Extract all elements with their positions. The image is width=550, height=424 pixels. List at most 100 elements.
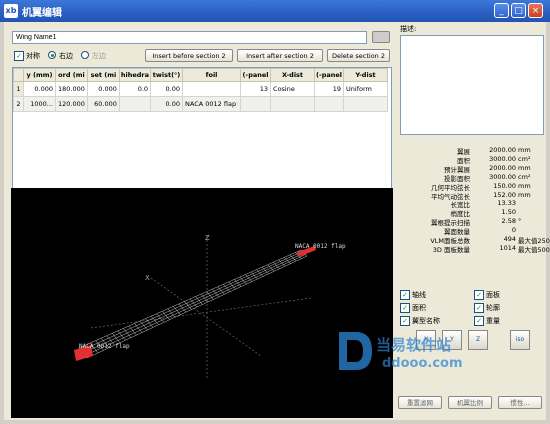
scale-wing-button[interactable]: 机翼比例 — [448, 396, 492, 409]
insert-before-button[interactable]: Insert before section 2 — [145, 49, 233, 62]
property-unit: mm — [518, 181, 531, 190]
property-value: 2000.00 — [489, 146, 516, 154]
option-checkbox[interactable]: ✓ — [474, 290, 484, 300]
property-row: 翼面数量 0 — [400, 226, 548, 236]
property-row: 面积 3000.00 cm² — [400, 154, 548, 165]
window-title: 机翼编辑 — [22, 8, 62, 19]
empty-row — [14, 157, 388, 172]
empty-row — [14, 142, 388, 157]
option-label: 翼型名称 — [412, 317, 440, 325]
property-row: 平均气动弦长 152.00 mm — [400, 191, 548, 201]
property-unit: mm — [518, 163, 531, 172]
table-cell[interactable]: 0.000 — [23, 81, 56, 97]
column-header: (-panel — [240, 68, 272, 82]
column-header: twist(°) — [150, 68, 184, 82]
property-value: 0 — [511, 226, 516, 235]
delete-section-button[interactable]: Delete section 2 — [327, 49, 390, 62]
table-cell[interactable]: 1000... — [23, 96, 56, 112]
table-cell[interactable]: 120.000 — [55, 96, 88, 112]
empty-row — [14, 112, 388, 127]
table-row[interactable]: 1 0.000 180.000 0.000 0.0 0.00 13 Cosine 19 Unifo… — [13, 81, 389, 97]
reset-mesh-button[interactable]: 重置滤网 — [398, 396, 442, 409]
table-row[interactable]: 2 1000... 120.000 60.000 0.00 NACA 0012 flap — [13, 96, 389, 112]
property-row: 长宽比 13.33 — [400, 199, 548, 209]
view-z-button[interactable]: Z — [468, 330, 488, 350]
table-cell[interactable]: 19 — [314, 81, 345, 97]
property-row: 翼根提示扫描 2.58 ° — [400, 217, 548, 227]
property-label: 3D 面板数量 — [432, 245, 470, 254]
axis-x — [150, 277, 262, 357]
table-cell[interactable]: 0.000 — [86, 81, 120, 97]
property-row: 几何平均弦长 150.00 mm — [400, 181, 548, 192]
option-checkbox[interactable]: ✓ — [400, 303, 410, 313]
wing-mesh — [78, 249, 308, 359]
property-unit: ° — [518, 217, 522, 226]
wing-name-field[interactable] — [12, 31, 367, 44]
minimize-button[interactable]: _ — [494, 3, 509, 18]
table-cell[interactable]: 60.000 — [86, 96, 120, 112]
mesh-chord-line — [84, 254, 306, 356]
table-cell[interactable] — [343, 96, 389, 112]
empty-row — [14, 127, 388, 142]
table-cell[interactable] — [182, 81, 242, 97]
table-cell[interactable]: 0.0 — [118, 81, 152, 97]
option-checkbox[interactable]: ✓ — [400, 316, 410, 326]
watermark-text: 当易软件站 — [376, 336, 452, 354]
property-value: 3000.00 — [489, 172, 516, 181]
option-checkbox[interactable]: ✓ — [474, 316, 484, 326]
property-value: 2000.00 — [489, 163, 516, 172]
wing-3d-view[interactable]: Z X NACA 0012 flap NACA 0012 flap — [11, 188, 393, 418]
table-cell[interactable]: Uniform — [343, 81, 389, 97]
left-side-label: 左边 — [92, 52, 106, 60]
sections-table[interactable]: y (mm) ord (mi set (mi hihedra twist(°) foil(… — [12, 67, 392, 202]
property-value: 2.58 — [501, 217, 516, 226]
column-header: X-dist — [270, 68, 316, 82]
option-label: 轮廓 — [486, 304, 500, 312]
property-row: VLM面板总数494最大值2500 — [400, 235, 550, 245]
property-value: 150.00 — [493, 181, 516, 190]
description-field[interactable] — [400, 35, 544, 135]
table-cell[interactable]: 0.00 — [150, 96, 184, 112]
option-checkbox[interactable]: ✓ — [474, 303, 484, 313]
wing-3d-canvas: Z X NACA 0012 flap NACA 0012 flap — [74, 234, 346, 378]
inertia-button[interactable]: 惯性... — [498, 396, 542, 409]
wing-color-button[interactable] — [372, 31, 390, 43]
property-value: 1.50 — [501, 208, 516, 217]
description-label: 描述: — [400, 25, 417, 33]
insert-after-button[interactable]: Insert after section 2 — [237, 49, 323, 62]
right-side-radio[interactable] — [48, 51, 56, 59]
table-cell[interactable] — [314, 96, 345, 112]
window-client: ✓ 对称 右边 左边 Insert before section 2 Inser… — [4, 22, 550, 420]
property-value: 3000.00 — [489, 154, 516, 163]
property-row: 3D 面板数量 1014最大值5000 — [400, 244, 550, 254]
table-cell[interactable] — [240, 96, 272, 112]
property-unit: mm — [518, 146, 531, 154]
option-label: 面积 — [412, 304, 426, 312]
property-row: 翼展 2000.00 mm — [400, 146, 548, 156]
table-cell[interactable]: NACA 0012 flap — [182, 96, 242, 112]
option-checkbox[interactable]: ✓ — [400, 290, 410, 300]
column-header — [13, 68, 24, 82]
table-cell[interactable]: 180.000 — [55, 81, 88, 97]
table-cell[interactable] — [118, 96, 152, 112]
table-cell[interactable]: 13 — [240, 81, 272, 97]
table-cell[interactable]: 2 — [13, 96, 24, 112]
mesh-chord-line — [80, 251, 303, 351]
column-header: foil — [182, 68, 242, 82]
foil-label-tip: NACA 0012 flap — [295, 243, 346, 250]
view-iso-button[interactable]: iso — [510, 330, 530, 350]
watermark-logo-icon — [334, 328, 374, 374]
symmetric-label: 对称 — [26, 52, 40, 60]
symmetric-checkbox[interactable]: ✓ — [14, 51, 24, 61]
close-button[interactable]: × — [528, 3, 543, 18]
option-label: 重量 — [486, 317, 500, 325]
table-cell[interactable]: 0.00 — [150, 81, 184, 97]
maximize-button[interactable]: □ — [511, 3, 526, 18]
table-cell[interactable] — [270, 96, 316, 112]
table-cell[interactable]: 1 — [13, 81, 24, 97]
column-header: y (mm) — [23, 68, 56, 82]
property-unit: 最大值5000 — [518, 245, 550, 254]
column-header: (-panel — [314, 68, 345, 82]
left-side-radio[interactable] — [81, 51, 89, 59]
table-cell[interactable]: Cosine — [270, 81, 316, 97]
